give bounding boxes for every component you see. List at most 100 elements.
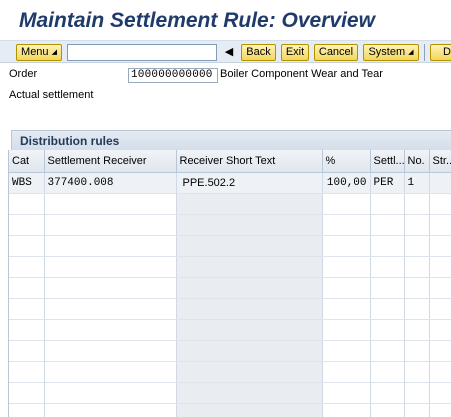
empty-table-row: [9, 193, 451, 215]
empty-cell[interactable]: [429, 340, 451, 362]
empty-cell[interactable]: [404, 298, 430, 320]
column-header-number[interactable]: No.: [404, 150, 430, 173]
cell-settlement-receiver[interactable]: 377400.008: [44, 172, 177, 194]
system-dropdown-icon: ◢: [408, 49, 414, 56]
empty-cell[interactable]: [429, 298, 451, 320]
cell-percent[interactable]: 100,00: [322, 172, 371, 194]
cell-cat[interactable]: WBS: [9, 172, 45, 194]
back-button[interactable]: Back: [241, 44, 276, 61]
cell-settlement-type[interactable]: PER: [370, 172, 405, 194]
empty-cell[interactable]: [429, 277, 451, 299]
column-header-settlement-type[interactable]: Settl...: [370, 150, 405, 173]
menu-button-label: Menu: [21, 46, 49, 58]
column-header-receiver-short-text[interactable]: Receiver Short Text: [176, 150, 323, 173]
empty-cell[interactable]: [429, 319, 451, 341]
distribution-rules-table: Cat Settlement Receiver Receiver Short T…: [8, 150, 451, 417]
empty-cell[interactable]: [404, 214, 430, 236]
order-field[interactable]: 100000000000: [128, 68, 218, 83]
empty-cell[interactable]: [9, 214, 45, 236]
empty-table-row: [9, 256, 451, 278]
system-button[interactable]: System ◢: [363, 44, 419, 61]
empty-cell[interactable]: [322, 235, 371, 257]
cell-strategy[interactable]: [429, 172, 451, 194]
menu-button[interactable]: Menu ◢: [16, 44, 62, 61]
empty-cell[interactable]: [44, 340, 177, 362]
empty-cell[interactable]: [429, 361, 451, 383]
empty-cell[interactable]: [44, 193, 177, 215]
empty-cell[interactable]: [9, 403, 45, 417]
empty-cell[interactable]: [429, 235, 451, 257]
empty-cell[interactable]: [370, 193, 405, 215]
empty-cell[interactable]: [429, 382, 451, 404]
empty-cell[interactable]: [429, 214, 451, 236]
cell-number[interactable]: 1: [404, 172, 430, 194]
empty-cell[interactable]: [44, 277, 177, 299]
cancel-button[interactable]: Cancel: [314, 44, 358, 61]
empty-cell[interactable]: [404, 193, 430, 215]
empty-cell[interactable]: [370, 361, 405, 383]
empty-cell[interactable]: [404, 256, 430, 278]
empty-cell[interactable]: [44, 235, 177, 257]
empty-cell[interactable]: [44, 361, 177, 383]
empty-cell[interactable]: [370, 340, 405, 362]
empty-cell[interactable]: [429, 256, 451, 278]
empty-cell[interactable]: [9, 319, 45, 341]
empty-cell[interactable]: [9, 256, 45, 278]
empty-table-row: [9, 277, 451, 299]
column-header-settlement-receiver[interactable]: Settlement Receiver: [44, 150, 177, 173]
empty-cell[interactable]: [404, 319, 430, 341]
exit-button[interactable]: Exit: [281, 44, 309, 61]
empty-cell[interactable]: [404, 277, 430, 299]
empty-cell[interactable]: [44, 319, 177, 341]
empty-cell[interactable]: [322, 361, 371, 383]
empty-cell[interactable]: [404, 382, 430, 404]
empty-cell[interactable]: [322, 340, 371, 362]
empty-cell: [176, 214, 323, 236]
empty-cell[interactable]: [9, 193, 45, 215]
collapse-toolbar-icon[interactable]: ◀: [222, 45, 236, 60]
empty-cell[interactable]: [44, 256, 177, 278]
empty-cell[interactable]: [322, 277, 371, 299]
empty-cell[interactable]: [370, 256, 405, 278]
table-row: WBS 377400.008 PPE.502.2 100,00 PER 1: [9, 172, 451, 194]
empty-cell[interactable]: [370, 403, 405, 417]
empty-cell[interactable]: [370, 319, 405, 341]
empty-cell: [176, 277, 323, 299]
empty-cell[interactable]: [9, 277, 45, 299]
empty-cell[interactable]: [322, 382, 371, 404]
empty-cell: [176, 298, 323, 320]
column-header-strategy[interactable]: Str...: [429, 150, 451, 173]
empty-cell[interactable]: [44, 382, 177, 404]
empty-cell[interactable]: [322, 214, 371, 236]
empty-cell[interactable]: [322, 298, 371, 320]
empty-cell[interactable]: [370, 214, 405, 236]
empty-cell[interactable]: [9, 340, 45, 362]
empty-cell[interactable]: [404, 340, 430, 362]
column-header-cat[interactable]: Cat: [9, 150, 45, 173]
empty-cell[interactable]: [404, 361, 430, 383]
command-field[interactable]: [67, 44, 217, 61]
empty-cell[interactable]: [404, 235, 430, 257]
empty-cell[interactable]: [429, 193, 451, 215]
empty-cell[interactable]: [322, 193, 371, 215]
empty-cell[interactable]: [429, 403, 451, 417]
empty-cell[interactable]: [9, 235, 45, 257]
empty-cell[interactable]: [44, 298, 177, 320]
empty-cell[interactable]: [370, 298, 405, 320]
empty-cell[interactable]: [322, 256, 371, 278]
empty-cell[interactable]: [370, 382, 405, 404]
empty-cell[interactable]: [404, 403, 430, 417]
empty-cell[interactable]: [370, 277, 405, 299]
empty-cell[interactable]: [322, 319, 371, 341]
empty-cell[interactable]: [9, 298, 45, 320]
empty-cell[interactable]: [44, 403, 177, 417]
column-header-percent[interactable]: %: [322, 150, 371, 173]
menu-dropdown-icon: ◢: [51, 49, 57, 56]
empty-cell[interactable]: [322, 403, 371, 417]
empty-cell: [176, 382, 323, 404]
empty-cell[interactable]: [44, 214, 177, 236]
empty-cell[interactable]: [370, 235, 405, 257]
empty-cell[interactable]: [9, 382, 45, 404]
overflow-button[interactable]: D: [430, 44, 451, 61]
empty-cell[interactable]: [9, 361, 45, 383]
